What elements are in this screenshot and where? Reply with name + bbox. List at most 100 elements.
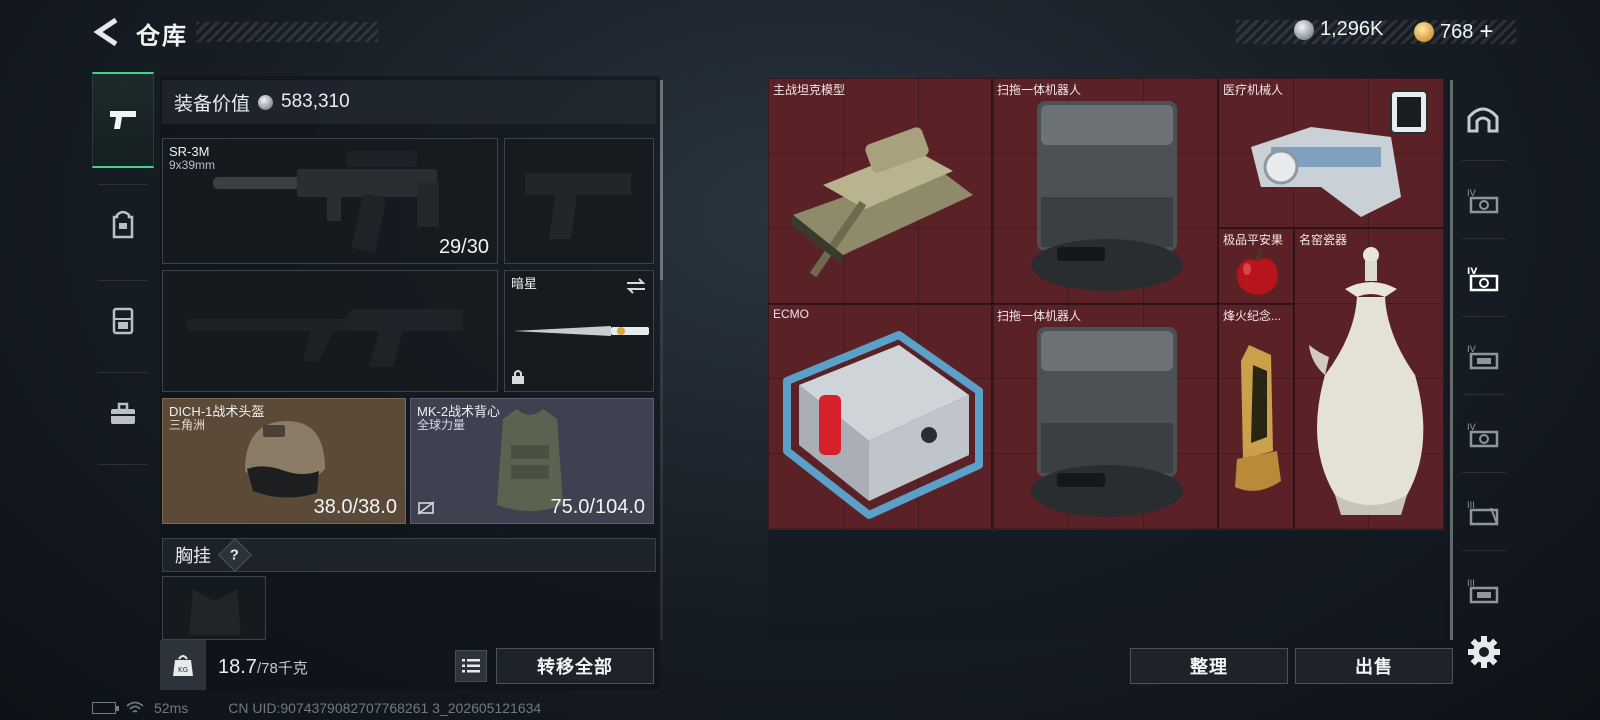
storage-scrollbar[interactable] [1450, 80, 1453, 640]
equipment-value-label: 装备价值 [174, 93, 251, 115]
armor-brand: 全球力量 [417, 418, 466, 432]
rifle-sr3m-icon [213, 151, 439, 253]
tab-backpack[interactable] [92, 176, 154, 272]
item-name: ECMO [773, 307, 809, 321]
storage-item-robot-vacuum[interactable]: 扫拖一体机器人 [992, 78, 1218, 304]
weight-capacity: /78千克 [256, 660, 308, 677]
storage-empty-area [768, 530, 1444, 640]
list-view-button[interactable] [455, 650, 487, 682]
lock-icon [512, 370, 524, 384]
side-tab-storage-4[interactable]: IV [1458, 398, 1508, 468]
secondary-weapon-slot[interactable] [162, 270, 498, 392]
storage-item-apple[interactable]: 极品平安果 [1218, 228, 1294, 304]
storage-item-tank[interactable]: 主战坦克模型 [768, 78, 992, 304]
storage-tier-III-icon: III [1467, 579, 1499, 604]
item-name: 扫拖一体机器人 [997, 309, 1082, 323]
vest-rig-icon [112, 307, 134, 335]
status-footer: 52ms CN UID:9074379082707768261 3_202605… [92, 700, 541, 716]
pistol-icon [110, 111, 136, 129]
item-name: 主战坦克模型 [773, 83, 846, 97]
tab-chest-rig[interactable] [92, 272, 154, 368]
melee-slot[interactable]: 暗星 [504, 270, 654, 392]
storage-item-medical-robot[interactable]: 医疗机械人 [1218, 78, 1444, 228]
help-icon[interactable]: ? [218, 538, 252, 572]
armor-name: MK-2战术背心 [417, 404, 501, 419]
primary-weapon-name: SR-3M [169, 144, 210, 159]
sidearm-slot[interactable] [504, 138, 654, 264]
loadout-scroll-thumb[interactable] [660, 80, 663, 280]
currency-gold-plus: + [1479, 18, 1494, 45]
side-tab-home[interactable] [1458, 84, 1508, 154]
back-arrow-icon[interactable] [92, 16, 120, 48]
pistol-silhouette-icon [525, 173, 631, 239]
silver-coin-icon [258, 94, 274, 110]
currency-gold[interactable]: 768 + [1414, 18, 1493, 46]
home-arch-icon [1467, 107, 1499, 133]
wifi-icon [126, 701, 144, 713]
red-apple-icon [1236, 248, 1278, 295]
equipment-value: 583,310 [281, 91, 350, 112]
storage-tier-IV-icon: IV [1467, 267, 1499, 292]
storage-item-robot-vacuum[interactable]: 扫拖一体机器人 [992, 304, 1218, 530]
sell-button[interactable]: 出售 [1295, 648, 1453, 684]
ping-text: 52ms [154, 700, 189, 716]
briefcase-icon [111, 402, 135, 424]
medical-robot-icon [1251, 90, 1428, 217]
list-icon [462, 659, 480, 673]
side-tab-storage-6[interactable]: III [1458, 554, 1508, 624]
helmet-durability: 38.0/38.0 [313, 496, 397, 518]
storage-item-ecmo[interactable]: ECMO [768, 304, 992, 530]
storage-tier-III-icon: III [1467, 501, 1499, 526]
knife-icon [513, 326, 649, 336]
svg-text:KG: KG [178, 666, 188, 674]
ecmo-machine-icon [783, 331, 983, 519]
chest-rig-silhouette-icon [189, 589, 241, 635]
help-glyph: ? [230, 546, 240, 564]
tab-weapons[interactable] [92, 72, 154, 168]
armor-durability: 75.0/104.0 [550, 496, 645, 518]
melee-name: 暗星 [511, 276, 538, 291]
gold-coin-icon [1414, 22, 1434, 42]
currency-silver-value: 1,296K [1320, 18, 1384, 40]
swap-arrows-icon[interactable] [625, 277, 647, 295]
current-weight: 18.7 [218, 656, 257, 678]
weight-box: KG [160, 640, 206, 690]
no-insurance-icon [417, 501, 435, 515]
transfer-all-button[interactable]: 转移全部 [496, 648, 654, 684]
item-name: 烽火纪念... [1223, 309, 1282, 323]
chest-rig-slot[interactable] [162, 576, 266, 640]
tab-case[interactable] [92, 366, 154, 462]
chest-rig-label: 胸挂 [175, 546, 211, 566]
uid-text: CN UID:9074379082707768261 3_20260512163… [228, 700, 542, 716]
side-tab-storage-2[interactable]: IV [1458, 242, 1508, 312]
currency-silver[interactable]: 1,296K [1294, 18, 1383, 41]
tank-model-icon [791, 127, 973, 278]
side-tab-storage-1[interactable]: IV [1458, 164, 1508, 234]
side-tab-storage-5[interactable]: III [1458, 476, 1508, 546]
primary-ammo-count: 29/30 [438, 236, 489, 258]
storage-tier-IV-icon: IV [1467, 189, 1499, 214]
title-decoration [196, 22, 378, 42]
side-tab-storage-3[interactable]: IV [1458, 320, 1508, 390]
weight-kg-icon: KG [173, 655, 193, 676]
sort-button[interactable]: 整理 [1130, 648, 1288, 684]
storage-tier-IV-icon: IV [1467, 423, 1499, 448]
helmet-slot[interactable]: DICH-1战术头盔 三角洲 38.0/38.0 [162, 398, 406, 524]
trophy-icon [1235, 345, 1281, 491]
page-title: 仓库 [136, 23, 188, 50]
silver-coin-icon [1294, 19, 1314, 40]
item-name: 极品平安果 [1223, 233, 1284, 247]
armor-slot[interactable]: MK-2战术背心 全球力量 75.0/104.0 [410, 398, 654, 524]
robot-vacuum-icon [1031, 327, 1183, 517]
rifle-silhouette-icon [187, 309, 463, 367]
helmet-brand: 三角洲 [169, 418, 206, 432]
storage-tier-IV-icon: IV [1467, 345, 1499, 370]
weight-readout: 18.7/78千克 [218, 656, 308, 679]
storage-item-trophy[interactable]: 烽火纪念... [1218, 304, 1294, 530]
storage-item-vase[interactable]: 名窑瓷器 [1294, 228, 1444, 530]
settings-gear-icon[interactable] [1466, 634, 1502, 670]
battery-icon [92, 702, 119, 714]
primary-weapon-slot[interactable]: SR-3M 9x39mm 29/30 [162, 138, 498, 264]
chest-rig-header: 胸挂 ? [162, 538, 656, 572]
equipment-value-row: 装备价值 583,310 [162, 80, 656, 124]
